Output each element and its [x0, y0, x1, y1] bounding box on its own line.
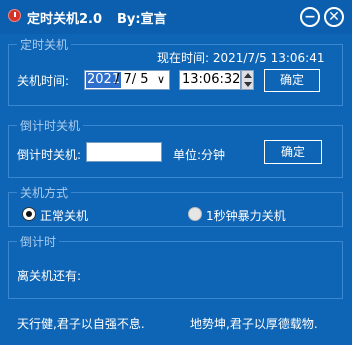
time-spinner[interactable]	[241, 70, 254, 90]
remaining-time-label: 离关机还有:	[17, 269, 82, 283]
close-button[interactable]: ✕	[324, 7, 344, 27]
spin-up-icon[interactable]	[244, 73, 252, 78]
shutdown-time-field[interactable]: 13:06:32	[179, 70, 241, 90]
title-bar[interactable]: 定时关机2.0 By:宣言 − ✕	[0, 0, 352, 34]
date-month-day[interactable]: / 7/ 5	[115, 72, 149, 88]
author-label: By:宣言	[117, 12, 167, 27]
app-title: 定时关机2.0	[27, 12, 103, 27]
timed-confirm-button[interactable]: 确定	[264, 69, 320, 92]
countdown-shutdown-label: 倒计时关机:	[17, 148, 82, 162]
minimize-button[interactable]: −	[300, 7, 320, 27]
countdown-confirm-button[interactable]: 确定	[264, 140, 322, 164]
countdown-minutes-input[interactable]	[86, 142, 162, 162]
force-shutdown-label[interactable]: 1秒钟暴力关机	[206, 207, 286, 224]
normal-shutdown-radio[interactable]	[22, 207, 36, 221]
current-time-label: 现在时间: 2021/7/5 13:06:41	[157, 51, 325, 65]
force-shutdown-radio[interactable]	[188, 207, 202, 221]
shutdown-time-label: 关机时间:	[17, 74, 70, 88]
chevron-down-icon[interactable]: ∨	[157, 72, 165, 88]
spin-down-icon[interactable]	[244, 82, 252, 87]
normal-shutdown-label[interactable]: 正常关机	[40, 207, 88, 224]
shutdown-mode-group-label: 关机方式	[17, 184, 72, 201]
countdown-group-label: 倒计时	[17, 233, 60, 250]
countdown-shutdown-group-label: 倒计时关机	[17, 117, 84, 134]
close-icon: ✕	[328, 9, 340, 25]
minimize-icon: −	[304, 9, 316, 25]
shutdown-date-picker[interactable]: 2021 / 7/ 5 ∨	[84, 70, 170, 90]
main-window: 定时关机2.0 By:宣言 − ✕ 定时关机 现在时间: 2021/7/5 13…	[0, 0, 352, 345]
unit-label: 单位:分钟	[173, 148, 226, 162]
footer-left-quote: 天行健,君子以自强不息.	[17, 317, 145, 331]
power-icon	[8, 9, 21, 22]
timed-shutdown-group-label: 定时关机	[17, 36, 72, 53]
footer-right-quote: 地势坤,君子以厚德载物.	[190, 317, 318, 331]
